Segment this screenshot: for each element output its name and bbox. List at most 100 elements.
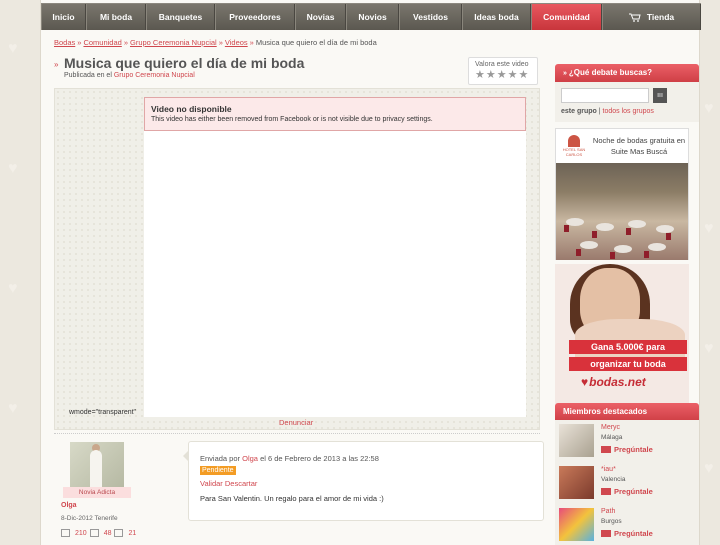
breadcrumb-current: Musica que quiero el día de mi boda [255, 38, 377, 47]
author-badge: Novia Adicta [63, 487, 131, 498]
ask-member-link[interactable]: Pregúntale [601, 529, 653, 538]
nav-comunidad[interactable]: Comunidad [531, 4, 602, 30]
ask-member-link[interactable]: Pregúntale [601, 487, 653, 496]
mail-icon [601, 530, 611, 537]
member-location: Málaga [601, 434, 623, 441]
page-title: Musica que quiero el día de mi boda [64, 55, 305, 71]
videos-icon [114, 529, 124, 537]
nav-tienda-label: Tienda [646, 12, 675, 22]
nav-inicio[interactable]: Inicio [41, 4, 86, 30]
debate-search-input[interactable] [561, 88, 649, 103]
breadcrumb-bodas[interactable]: Bodas [54, 38, 75, 47]
wmode-text: wmode="transparent" [69, 409, 137, 416]
mail-icon [601, 488, 611, 495]
video-error-text: This video has either been removed from … [151, 116, 433, 123]
background-heart: ♥ [704, 460, 714, 477]
video-error-title: Video no disponible [151, 104, 232, 114]
sent-prefix: Enviada por [200, 454, 241, 463]
video-player[interactable]: Video no disponible This video has eithe… [144, 97, 526, 417]
author-avatar[interactable] [70, 442, 124, 488]
heart-icon: ♥ [581, 375, 589, 389]
background-heart: ♥ [704, 220, 714, 237]
banquet-hall-image [556, 163, 688, 260]
author-name[interactable]: Olga [61, 502, 77, 509]
hotel-logo-text: HOTEL SAN CARLOS [562, 147, 586, 157]
header-bullet-icon: » [563, 70, 567, 77]
star-icon[interactable]: ★ [475, 70, 485, 81]
bodas-net-ad[interactable]: Gana 5.000€ para organizar tu boda ♥boda… [555, 264, 689, 404]
published-group-link[interactable]: Grupo Ceremonia Nupcial [114, 72, 195, 79]
report-link[interactable]: Denunciar [279, 418, 313, 427]
mail-icon [601, 446, 611, 453]
member-item: *iau* Valencia Pregúntale [559, 464, 695, 500]
scope-all-groups[interactable]: todos los grupos [603, 108, 654, 115]
scope-this-group[interactable]: este grupo [561, 108, 597, 115]
breadcrumb-comunidad[interactable]: Comunidad [83, 38, 121, 47]
background-heart: ♥ [704, 340, 714, 357]
nav-proveedores[interactable]: Proveedores [215, 4, 295, 30]
main-nav: Inicio Mi boda Banquetes Proveedores Nov… [41, 3, 701, 30]
member-name[interactable]: *iau* [601, 466, 616, 473]
star-icon[interactable]: ★ [508, 70, 518, 81]
photos-count[interactable]: 48 [104, 530, 112, 537]
featured-members: Meryc Málaga Pregúntale *iau* Valencia P… [555, 420, 699, 545]
hotel-ad[interactable]: HOTEL SAN CARLOS Noche de bodas gratuita… [555, 128, 689, 260]
star-icon[interactable]: ★ [519, 70, 529, 81]
member-location: Burgos [601, 518, 622, 525]
comment-box: Enviada por Olga el 6 de Febrero de 2013… [183, 441, 544, 521]
comment-author-link[interactable]: Olga [242, 454, 258, 463]
status-badge: Pendiente [200, 466, 236, 475]
member-avatar[interactable] [559, 466, 594, 499]
video-error-message: Video no disponible This video has eithe… [144, 97, 526, 131]
ask-member-link[interactable]: Pregúntale [601, 445, 653, 454]
bodas-net-logo: ♥bodas.net [581, 375, 646, 389]
member-avatar[interactable] [559, 424, 594, 457]
debate-header-label: ¿Qué debate buscas? [568, 68, 653, 77]
star-icon[interactable]: ★ [486, 70, 496, 81]
published-prefix: Publicada en el [64, 72, 112, 79]
background-heart: ♥ [8, 160, 18, 177]
scope-separator: | [598, 108, 601, 115]
nav-vestidos[interactable]: Vestidos [399, 4, 462, 30]
title-bullet-icon: » [54, 60, 59, 69]
star-icon[interactable]: ★ [497, 70, 507, 81]
video-area: Video no disponible This video has eithe… [54, 88, 540, 430]
divider [54, 433, 540, 434]
breadcrumb: Bodas» Comunidad» Grupo Ceremonia Nupcial»… [54, 38, 377, 47]
comment-sent-info: Enviada por Olga el 6 de Febrero de 2013… [200, 454, 379, 463]
debate-search-button[interactable]: ııı [653, 88, 667, 103]
nav-novias[interactable]: Novias [295, 4, 346, 30]
breadcrumb-videos[interactable]: Videos [225, 38, 248, 47]
member-avatar[interactable] [559, 508, 594, 541]
ad-headline-1: Gana 5.000€ para [569, 340, 687, 354]
nav-ideas-boda[interactable]: Ideas boda [462, 4, 531, 30]
debate-search-panel: ııı este grupo | todos los grupos [555, 82, 699, 122]
background-heart: ♥ [8, 40, 18, 57]
member-item: Path Burgos Pregúntale [559, 506, 695, 542]
author-stats: 210 48 21 [61, 529, 136, 537]
sent-date: el 6 de Febrero de 2013 a las 22:58 [260, 454, 379, 463]
rating-label: Valora este video [475, 61, 529, 68]
member-name[interactable]: Meryc [601, 424, 620, 431]
breadcrumb-grupo[interactable]: Grupo Ceremonia Nupcial [130, 38, 217, 47]
posts-count[interactable]: 210 [75, 530, 87, 537]
nav-banquetes[interactable]: Banquetes [146, 4, 215, 30]
nav-tienda[interactable]: Tienda [602, 4, 701, 30]
debate-search-header: » ¿Qué debate buscas? [555, 64, 699, 82]
discard-link[interactable]: Descartar [225, 479, 258, 488]
member-item: Meryc Málaga Pregúntale [559, 422, 695, 458]
background-heart: ♥ [704, 100, 714, 117]
nav-mi-boda[interactable]: Mi boda [86, 4, 146, 30]
background-heart: ♥ [8, 280, 18, 297]
photos-icon [89, 529, 99, 537]
validate-link[interactable]: Validar [200, 479, 223, 488]
nav-novios[interactable]: Novios [346, 4, 399, 30]
videos-count[interactable]: 21 [128, 530, 136, 537]
rating-stars: ★ ★ ★ ★ ★ [475, 70, 528, 81]
members-header: Miembros destacados [555, 403, 699, 421]
comment-arrow [183, 450, 189, 462]
member-name[interactable]: Path [601, 508, 615, 515]
posts-icon [61, 529, 70, 537]
author-meta: 8-Dic-2012 Tenerife [61, 515, 118, 522]
background-heart: ♥ [8, 400, 18, 417]
